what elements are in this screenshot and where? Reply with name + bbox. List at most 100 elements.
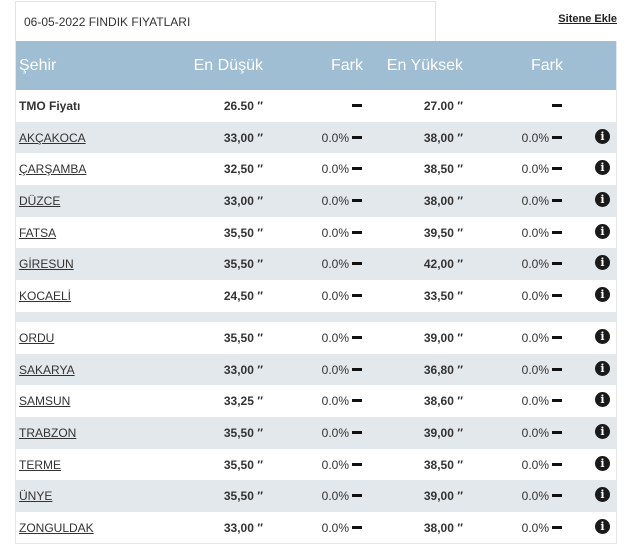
minus-icon xyxy=(352,494,362,498)
info-icon[interactable]: i xyxy=(595,360,610,376)
row-low: 24,50 ″ xyxy=(223,289,263,304)
row-high: 33,50 ″ xyxy=(423,289,463,304)
info-icon[interactable]: i xyxy=(595,192,610,208)
row-low: 33,00 ″ xyxy=(223,362,263,377)
minus-icon xyxy=(552,462,562,466)
row-fark-low: 0.0% xyxy=(321,162,349,177)
row-fark-high: 0.0% xyxy=(521,130,549,145)
row-fark-high: 0.0% xyxy=(521,457,549,472)
minus-icon xyxy=(352,230,362,234)
table-header: Şehir En Düşük Fark En Yüksek Fark xyxy=(16,41,616,90)
row-city-link[interactable]: TRABZON xyxy=(19,426,76,440)
row-low: 26.50 ″ xyxy=(223,99,263,113)
row-high: 39,00 ″ xyxy=(423,425,463,440)
row-fark-high: 0.0% xyxy=(521,394,549,409)
row-city-link[interactable]: SAMSUN xyxy=(19,394,70,408)
row-city-link[interactable]: DÜZCE xyxy=(19,194,60,208)
minus-icon xyxy=(552,399,562,403)
row-fark-high: 0.0% xyxy=(521,330,549,345)
row-low: 33,00 ″ xyxy=(223,194,263,209)
row-fark-low: 0.0% xyxy=(321,394,349,409)
minus-icon xyxy=(352,399,362,403)
info-icon[interactable]: i xyxy=(595,287,610,303)
minus-icon xyxy=(552,335,562,339)
minus-icon xyxy=(552,230,562,234)
page-title: 06-05-2022 FINDIK FIYATLARI xyxy=(15,1,436,41)
minus-icon xyxy=(352,462,362,466)
minus-icon xyxy=(552,494,562,498)
table-row: GİRESUN 35,50 ″ 0.0% 42,00 ″ 0.0% i xyxy=(16,248,616,281)
table-spacer xyxy=(16,311,616,322)
info-icon[interactable]: i xyxy=(595,518,610,534)
row-low: 35,50 ″ xyxy=(223,457,263,472)
table-row: DÜZCE 33,00 ″ 0.0% 38,00 ″ 0.0% i xyxy=(16,185,616,217)
row-city-link[interactable]: AKÇAKOCA xyxy=(19,131,86,145)
row-fark-low: 0.0% xyxy=(321,130,349,145)
row-fark-high: 0.0% xyxy=(521,225,549,240)
row-fark-low: 0.0% xyxy=(321,520,349,535)
info-icon[interactable]: i xyxy=(595,455,610,471)
row-high: 38,00 ″ xyxy=(423,194,463,209)
info-icon[interactable]: i xyxy=(595,423,610,439)
row-low: 33,00 ″ xyxy=(223,520,263,535)
row-low: 35,50 ″ xyxy=(223,257,263,272)
row-high: 38,00 ″ xyxy=(423,130,463,145)
minus-icon xyxy=(352,167,362,171)
info-icon[interactable]: i xyxy=(595,328,610,344)
row-city-link[interactable]: ORDU xyxy=(19,331,54,345)
row-fark-high: 0.0% xyxy=(521,162,549,177)
row-city-link[interactable]: ZONGULDAK xyxy=(19,521,94,535)
info-icon[interactable]: i xyxy=(595,487,610,503)
table-row: SAMSUN 33,25 ″ 0.0% 38,60 ″ 0.0% i xyxy=(16,385,616,417)
row-city-link[interactable]: ÇARŞAMBA xyxy=(19,162,86,176)
minus-icon xyxy=(552,294,562,298)
table-row: KOCAELİ 24,50 ″ 0.0% 33,50 ″ 0.0% i xyxy=(16,280,616,312)
minus-icon xyxy=(552,262,562,266)
row-low: 35,50 ″ xyxy=(223,425,263,440)
row-city-link[interactable]: KOCAELİ xyxy=(19,289,71,303)
row-high: 27.00 ″ xyxy=(423,99,463,113)
row-low: 35,50 ″ xyxy=(223,489,263,504)
row-fark-low: 0.0% xyxy=(321,425,349,440)
info-icon[interactable]: i xyxy=(595,223,610,239)
minus-icon xyxy=(352,367,362,371)
row-high: 38,50 ″ xyxy=(423,162,463,177)
header-fark-high: Fark xyxy=(531,57,563,74)
table-row: AKÇAKOCA 33,00 ″ 0.0% 38,00 ″ 0.0% i xyxy=(16,121,616,154)
row-city-link[interactable]: SAKARYA xyxy=(19,363,75,377)
row-high: 39,00 ″ xyxy=(423,489,463,504)
row-city-link[interactable]: FATSA xyxy=(19,226,56,240)
minus-icon xyxy=(352,135,362,139)
info-icon[interactable]: i xyxy=(595,128,610,144)
row-high: 38,60 ″ xyxy=(423,394,463,409)
row-fark-low: 0.0% xyxy=(321,289,349,304)
row-fark-low: 0.0% xyxy=(321,330,349,345)
row-city-link[interactable]: ÜNYE xyxy=(19,489,52,503)
table-row: ZONGULDAK 33,00 ″ 0.0% 38,00 ″ 0.0% i xyxy=(16,512,616,544)
row-city-link[interactable]: GİRESUN xyxy=(19,257,74,271)
info-icon[interactable]: i xyxy=(595,392,610,408)
info-icon[interactable]: i xyxy=(595,255,610,271)
row-high: 39,50 ″ xyxy=(423,225,463,240)
minus-icon xyxy=(352,525,362,529)
minus-icon xyxy=(552,135,562,139)
row-low: 35,50 ″ xyxy=(223,330,263,345)
row-low: 33,25 ″ xyxy=(223,394,263,409)
row-low: 35,50 ″ xyxy=(223,225,263,240)
row-city-link[interactable]: TERME xyxy=(19,458,61,472)
header-city: Şehir xyxy=(19,57,57,74)
row-high: 38,00 ″ xyxy=(423,520,463,535)
add-to-site-link[interactable]: Sitene Ekle xyxy=(558,13,617,25)
table-row: SAKARYA 33,00 ″ 0.0% 36,80 ″ 0.0% i xyxy=(16,353,616,386)
row-fark-low: 0.0% xyxy=(321,225,349,240)
row-high: 42,00 ″ xyxy=(423,257,463,272)
price-table: Şehir En Düşük Fark En Yüksek Fark TMO F… xyxy=(15,41,617,544)
minus-icon xyxy=(552,367,562,371)
row-low: 33,00 ″ xyxy=(223,130,263,145)
row-fark-high: 0.0% xyxy=(521,362,549,377)
table-row: TERME 35,50 ″ 0.0% 38,50 ″ 0.0% i xyxy=(16,449,616,481)
row-fark-low: 0.0% xyxy=(321,362,349,377)
row-low: 32,50 ″ xyxy=(223,162,263,177)
info-icon[interactable]: i xyxy=(595,160,610,176)
row-fark-high: 0.0% xyxy=(521,520,549,535)
